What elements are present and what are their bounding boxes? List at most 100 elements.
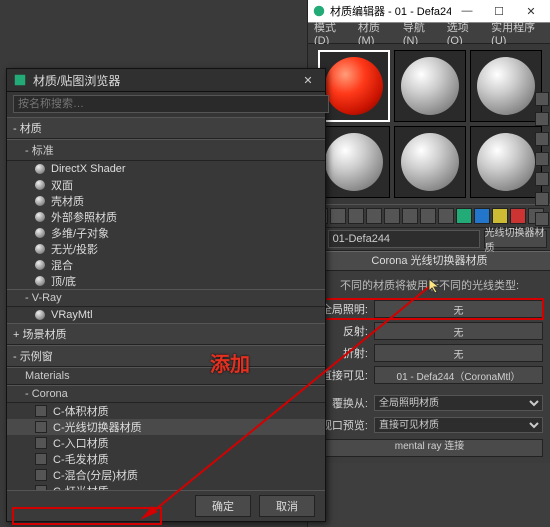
material-ball-icon xyxy=(35,405,47,417)
list-item[interactable]: DirectX Shader xyxy=(7,161,325,177)
viewport-select[interactable]: 直接可见材质 xyxy=(374,417,543,433)
tool-icon[interactable] xyxy=(420,208,436,224)
app-icon xyxy=(312,4,326,18)
list-item[interactable]: 顶/底 xyxy=(7,273,325,289)
tool-icon[interactable] xyxy=(510,208,526,224)
browser-close-button[interactable]: ✕ xyxy=(297,74,319,87)
browser-titlebar[interactable]: 材质/贴图浏览器 ✕ xyxy=(7,69,325,92)
list-item[interactable]: 双面 xyxy=(7,177,325,193)
material-editor-window: 材质编辑器 - 01 - Defa244 — ☐ ✕ 模式(D) 材质(M) 导… xyxy=(307,0,550,527)
rollup-body: 不同的材质将被用于不同的光线类型: 全局照明: 无 反射: 无 折射: 无 直接… xyxy=(308,271,550,463)
refract-slot-button[interactable]: 无 xyxy=(374,344,543,362)
list-item[interactable]: 多维/子对象 xyxy=(7,225,325,241)
browser-title: 材质/贴图浏览器 xyxy=(33,72,297,89)
browser-icon xyxy=(13,73,27,87)
material-ball-icon xyxy=(35,164,45,174)
list-item[interactable]: C-毛发材质 xyxy=(7,451,325,467)
tool-icon[interactable] xyxy=(384,208,400,224)
tool-icon[interactable] xyxy=(474,208,490,224)
material-ball-icon xyxy=(35,244,45,254)
tool-icon[interactable] xyxy=(402,208,418,224)
rollup-title[interactable]: Corona 光线切换器材质 xyxy=(308,251,550,271)
direct-slot-button[interactable]: 01 - Defa244（CoronaMtl） xyxy=(374,366,543,384)
list-item[interactable]: 混合 xyxy=(7,257,325,273)
material-ball-icon xyxy=(35,453,47,465)
material-ball-icon xyxy=(325,57,383,115)
tool-icon[interactable] xyxy=(438,208,454,224)
side-tool-icon[interactable] xyxy=(535,132,549,146)
material-ball-icon xyxy=(35,310,45,320)
row-refract: 折射: 无 xyxy=(316,343,543,363)
material-ball-icon xyxy=(325,133,383,191)
side-tool-icon[interactable] xyxy=(535,112,549,126)
close-button[interactable]: ✕ xyxy=(515,2,547,20)
side-tool-icon[interactable] xyxy=(535,172,549,186)
group-mats[interactable]: Materials xyxy=(7,367,325,385)
side-tool-icon[interactable] xyxy=(535,152,549,166)
menu-material[interactable]: 材质(M) xyxy=(358,19,393,47)
material-ball-icon xyxy=(35,276,45,286)
list-item[interactable]: C-光线切换器材质 xyxy=(7,419,325,435)
material-slot-5[interactable] xyxy=(394,126,466,198)
group-sample[interactable]: - 示例窗 xyxy=(7,345,325,367)
material-slot-3[interactable] xyxy=(470,50,542,122)
list-item[interactable]: C-混合(分层)材质 xyxy=(7,467,325,483)
material-slot-2[interactable] xyxy=(394,50,466,122)
list-item[interactable]: 壳材质 xyxy=(7,193,325,209)
tool-icon[interactable] xyxy=(366,208,382,224)
material-ball-icon xyxy=(35,469,47,481)
side-tool-icon[interactable] xyxy=(535,212,549,226)
side-tool-icon[interactable] xyxy=(535,192,549,206)
group-standard[interactable]: - 标准 xyxy=(7,139,325,161)
material-name-bar: 光线切换器材质 xyxy=(308,228,550,251)
list-item[interactable]: VRayMtl xyxy=(7,307,325,323)
list-item[interactable]: 外部参照材质 xyxy=(7,209,325,225)
material-ball-icon xyxy=(477,57,535,115)
maximize-button[interactable]: ☐ xyxy=(483,2,515,20)
material-ball-icon xyxy=(35,212,45,222)
row-global-illum: 全局照明: 无 xyxy=(316,299,543,319)
tool-icon[interactable] xyxy=(348,208,364,224)
tool-icon[interactable] xyxy=(492,208,508,224)
panel-description: 不同的材质将被用于不同的光线类型: xyxy=(316,277,543,293)
side-tool-icon[interactable] xyxy=(535,92,549,106)
search-input[interactable] xyxy=(13,95,329,113)
material-slot-4[interactable] xyxy=(318,126,390,198)
browser-tree[interactable]: - 材质 - 标准 DirectX Shader双面壳材质外部参照材质多维/子对… xyxy=(7,117,325,491)
tool-icon[interactable] xyxy=(330,208,346,224)
material-ball-icon xyxy=(35,180,45,190)
row-override: 覆换从: 全局照明材质 xyxy=(316,393,543,413)
override-select[interactable]: 全局照明材质 xyxy=(374,395,543,411)
list-item[interactable]: 无光/投影 xyxy=(7,241,325,257)
slot-side-toolbar xyxy=(535,92,549,246)
mentalray-rollup[interactable]: mental ray 连接 xyxy=(316,439,543,457)
group-corona[interactable]: - Corona xyxy=(7,385,325,403)
menu-nav[interactable]: 导航(N) xyxy=(403,19,437,47)
material-ball-icon xyxy=(35,260,45,270)
material-ball-icon xyxy=(35,421,47,433)
material-ball-icon xyxy=(477,133,535,191)
group-vray[interactable]: - V-Ray xyxy=(7,289,325,307)
material-name-input[interactable] xyxy=(328,230,480,248)
minimize-button[interactable]: — xyxy=(451,2,483,20)
ok-button[interactable]: 确定 xyxy=(195,495,251,517)
material-ball-icon xyxy=(35,196,45,206)
menu-options[interactable]: 选项(O) xyxy=(447,19,481,47)
material-slot-6[interactable] xyxy=(470,126,542,198)
material-slots xyxy=(308,44,550,204)
material-ball-icon xyxy=(35,437,47,449)
row-direct: 直接可见: 01 - Defa244（CoronaMtl） xyxy=(316,365,543,385)
material-ball-icon xyxy=(401,57,459,115)
material-ball-icon xyxy=(35,228,45,238)
material-browser-window: 材质/贴图浏览器 ✕ - 材质 - 标准 DirectX Shader双面壳材质… xyxy=(6,68,326,522)
cancel-button[interactable]: 取消 xyxy=(259,495,315,517)
group-scene[interactable]: + 场景材质 xyxy=(7,323,325,345)
reflect-slot-button[interactable]: 无 xyxy=(374,322,543,340)
gi-slot-button[interactable]: 无 xyxy=(374,300,543,318)
list-item[interactable]: C-入口材质 xyxy=(7,435,325,451)
menu-mode[interactable]: 模式(D) xyxy=(314,19,348,47)
tool-icon[interactable] xyxy=(456,208,472,224)
menu-util[interactable]: 实用程序(U) xyxy=(491,19,545,47)
list-item[interactable]: C-体积材质 xyxy=(7,403,325,419)
group-materials[interactable]: - 材质 xyxy=(7,117,325,139)
